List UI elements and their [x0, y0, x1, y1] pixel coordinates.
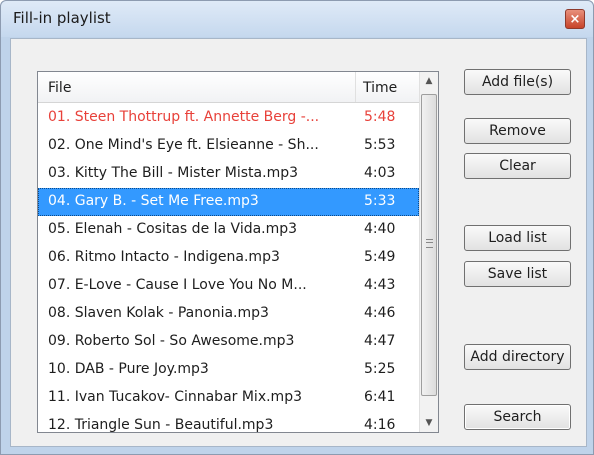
file-name-cell: 01. Steen Thottrup ft. Annette Berg -...: [48, 109, 320, 125]
time-cell: 4:16: [364, 417, 396, 433]
time-cell: 4:40: [364, 221, 396, 237]
close-icon[interactable]: ×: [565, 9, 585, 29]
file-name-cell: 03. Kitty The Bill - Mister Mista.mp3: [48, 165, 298, 181]
table-row[interactable]: 04. Gary B. - Set Me Free.mp3 5:33: [38, 188, 419, 216]
table-row[interactable]: 02. One Mind's Eye ft. Elsieanne - Sh...…: [38, 132, 419, 160]
save-list-button[interactable]: Save list: [464, 261, 571, 287]
time-cell: 5:49: [364, 249, 396, 265]
file-name-cell: 07. E-Love - Cause I Love You No M...: [48, 277, 307, 293]
load-list-button[interactable]: Load list: [464, 225, 571, 251]
column-header-time[interactable]: Time: [363, 80, 397, 96]
file-name-cell: 12. Triangle Sun - Beautiful.mp3: [48, 417, 274, 433]
time-cell: 5:48: [364, 109, 396, 125]
remove-button[interactable]: Remove: [464, 118, 571, 144]
scroll-up-icon[interactable]: ▲: [420, 72, 438, 90]
table-row[interactable]: 12. Triangle Sun - Beautiful.mp3 4:16: [38, 412, 419, 433]
file-name-cell: 11. Ivan Tucakov- Cinnabar Mix.mp3: [48, 389, 302, 405]
time-cell: 5:53: [364, 137, 396, 153]
file-name-cell: 08. Slaven Kolak - Panonia.mp3: [48, 305, 269, 321]
column-header-file[interactable]: File: [48, 80, 71, 96]
file-name-cell: 06. Ritmo Intacto - Indigena.mp3: [48, 249, 280, 265]
time-cell: 4:43: [364, 277, 396, 293]
vertical-scrollbar[interactable]: ▲ ▼: [419, 72, 438, 432]
title-bar[interactable]: Fill-in playlist ×: [1, 1, 593, 37]
file-name-cell: 09. Roberto Sol - So Awesome.mp3: [48, 333, 295, 349]
time-cell: 5:33: [364, 193, 396, 209]
file-name-cell: 05. Elenah - Cositas de la Vida.mp3: [48, 221, 298, 237]
search-button[interactable]: Search: [464, 404, 571, 430]
table-row[interactable]: 07. E-Love - Cause I Love You No M... 4:4…: [38, 272, 419, 300]
table-row[interactable]: 01. Steen Thottrup ft. Annette Berg -...…: [38, 104, 419, 132]
table-row[interactable]: 10. DAB - Pure Joy.mp3 5:25: [38, 356, 419, 384]
time-cell: 6:41: [364, 389, 396, 405]
scroll-thumb[interactable]: [421, 94, 437, 396]
table-row[interactable]: 03. Kitty The Bill - Mister Mista.mp3 4:0…: [38, 160, 419, 188]
file-name-cell: 04. Gary B. - Set Me Free.mp3: [48, 193, 259, 209]
table-row[interactable]: 08. Slaven Kolak - Panonia.mp3 4:46: [38, 300, 419, 328]
add-directory-button[interactable]: Add directory: [464, 344, 571, 370]
file-name-cell: 10. DAB - Pure Joy.mp3: [48, 361, 209, 377]
table-row[interactable]: 11. Ivan Tucakov- Cinnabar Mix.mp3 6:41: [38, 384, 419, 412]
playlist-window: Fill-in playlist × File Time 01. Steen T…: [0, 0, 594, 455]
add-files-button[interactable]: Add file(s): [464, 69, 571, 95]
file-name-cell: 02. One Mind's Eye ft. Elsieanne - Sh...: [48, 137, 319, 153]
time-cell: 5:25: [364, 361, 396, 377]
clear-button[interactable]: Clear: [464, 153, 571, 179]
list-header: File Time: [38, 72, 419, 103]
window-title: Fill-in playlist: [13, 9, 111, 27]
dialog-client-area: File Time 01. Steen Thottrup ft. Annette…: [10, 38, 587, 447]
playlist-list[interactable]: File Time 01. Steen Thottrup ft. Annette…: [37, 71, 439, 433]
time-cell: 4:47: [364, 333, 396, 349]
column-divider[interactable]: [355, 72, 356, 102]
time-cell: 4:03: [364, 165, 396, 181]
list-rows: 01. Steen Thottrup ft. Annette Berg -...…: [38, 104, 419, 433]
table-row[interactable]: 06. Ritmo Intacto - Indigena.mp3 5:49: [38, 244, 419, 272]
table-row[interactable]: 05. Elenah - Cositas de la Vida.mp3 4:40: [38, 216, 419, 244]
table-row[interactable]: 09. Roberto Sol - So Awesome.mp3 4:47: [38, 328, 419, 356]
grip-icon: [426, 239, 433, 248]
scroll-down-icon[interactable]: ▼: [420, 414, 438, 432]
time-cell: 4:46: [364, 305, 396, 321]
